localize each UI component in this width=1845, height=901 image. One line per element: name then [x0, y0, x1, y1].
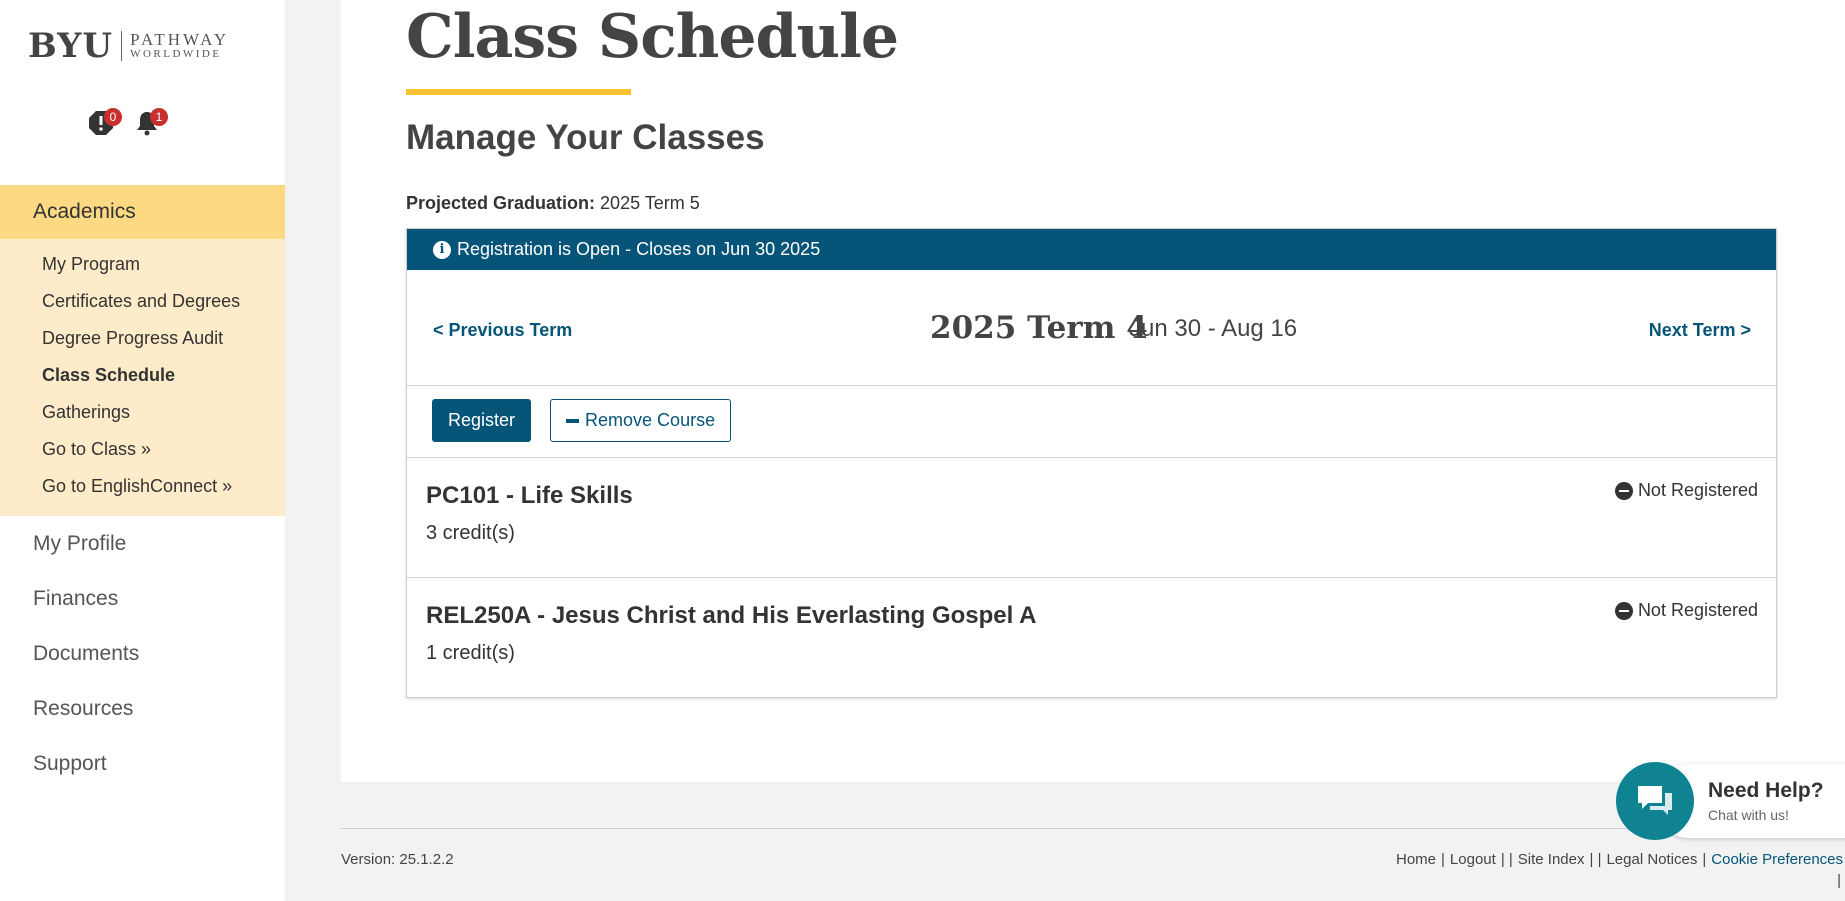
nav-documents[interactable]: Documents [0, 626, 285, 681]
projected-graduation: Projected Graduation: 2025 Term 5 [406, 193, 700, 214]
page-title: Class Schedule [406, 2, 899, 72]
footer-links: Home | Logout | | Site Index | | Legal Noti… [1396, 851, 1843, 868]
nav-my-program[interactable]: My Program [0, 251, 285, 288]
course-status-label: Not Registered [1637, 600, 1758, 620]
nav-my-profile[interactable]: My Profile [0, 516, 285, 571]
nav-degree-progress-audit[interactable]: Degree Progress Audit [0, 325, 285, 362]
nav-certificates-degrees[interactable]: Certificates and Degrees [0, 288, 285, 325]
course-status: Not Registered [1614, 480, 1758, 501]
nav-academics[interactable]: Academics [0, 185, 285, 239]
sidebar: BYU PATHWAY WORLDWIDE 0 1 Academics My P… [0, 0, 285, 901]
logo-pathway-text: PATHWAY WORLDWIDE [130, 31, 229, 60]
footer-separator: | [1441, 851, 1445, 868]
next-term-link[interactable]: Next Term > [1649, 320, 1751, 341]
footer-cookie-preferences-link[interactable]: Cookie Preferences [1711, 851, 1843, 868]
byu-pathway-logo[interactable]: BYU PATHWAY WORLDWIDE [28, 26, 229, 66]
academics-submenu: My Program Certificates and Degrees Degr… [0, 239, 285, 516]
nav-go-to-class[interactable]: Go to Class » [0, 436, 285, 473]
course-title: REL250A - Jesus Christ and His Everlasti… [426, 602, 1037, 629]
course-row[interactable]: REL250A - Jesus Christ and His Everlasti… [407, 578, 1776, 697]
remove-course-label: Remove Course [585, 410, 716, 430]
notification-count-badge: 1 [150, 108, 168, 126]
register-button[interactable]: Register [432, 399, 532, 442]
chat-text: Need Help? Chat with us! [1708, 779, 1824, 823]
chat-icon-circle [1616, 762, 1694, 840]
warning-count-badge: 0 [104, 108, 122, 126]
minus-circle-icon [1614, 481, 1633, 500]
schedule-panel: i Registration is Open - Closes on Jun 3… [406, 228, 1777, 698]
nav-resources[interactable]: Resources [0, 681, 285, 736]
term-dates: Jun 30 - Aug 16 [1129, 315, 1298, 342]
minus-circle-icon [1614, 601, 1633, 620]
course-credits: 1 credit(s) [426, 642, 515, 664]
logo-divider [121, 31, 123, 61]
registration-banner-text: Registration is Open - Closes on Jun 30 … [457, 239, 821, 259]
course-credits: 3 credit(s) [426, 522, 515, 544]
alerts-area: 0 1 [88, 108, 168, 138]
nav-gatherings[interactable]: Gatherings [0, 399, 285, 436]
logo-worldwide-line: WORLDWIDE [130, 48, 222, 61]
projected-graduation-label: Projected Graduation: [406, 193, 596, 213]
minus-icon [566, 418, 580, 423]
footer-legal-notices-link[interactable]: Legal Notices [1606, 851, 1697, 868]
warning-alert-button[interactable]: 0 [88, 108, 122, 138]
nav-go-to-englishconnect[interactable]: Go to EnglishConnect » [0, 473, 285, 510]
nav-finances[interactable]: Finances [0, 571, 285, 626]
chat-widget[interactable]: Need Help? Chat with us! [1616, 762, 1845, 840]
footer-separator: | [1837, 872, 1841, 889]
version-text: Version: 25.1.2.2 [341, 851, 454, 868]
course-title: PC101 - Life Skills [426, 482, 633, 509]
registration-banner: i Registration is Open - Closes on Jun 3… [407, 229, 1776, 270]
term-name: 2025 Term 4 [930, 310, 1148, 346]
info-icon: i [433, 240, 451, 259]
footer-logout-link[interactable]: Logout [1450, 851, 1496, 868]
course-status: Not Registered [1614, 600, 1758, 621]
nav-support[interactable]: Support [0, 736, 285, 791]
chat-bubbles-icon [1638, 786, 1672, 815]
remove-course-button[interactable]: Remove Course [550, 399, 732, 442]
projected-graduation-value: 2025 Term 5 [600, 193, 700, 213]
previous-term-link[interactable]: < Previous Term [433, 320, 572, 341]
footer-separator: | [1702, 851, 1707, 868]
course-status-label: Not Registered [1637, 480, 1758, 500]
chat-subtitle: Chat with us! [1708, 807, 1789, 823]
notifications-button[interactable]: 1 [134, 108, 168, 138]
footer-separator: | | [1500, 851, 1513, 868]
title-underline [406, 89, 631, 95]
nav-class-schedule[interactable]: Class Schedule [0, 362, 285, 399]
chat-title: Need Help? [1708, 779, 1824, 802]
footer-separator: | | [1589, 851, 1602, 868]
course-actions: Register Remove Course [407, 386, 1776, 458]
term-navigator: < Previous Term 2025 Term 4 Jun 30 - Aug… [407, 270, 1776, 386]
footer-site-index-link[interactable]: Site Index [1518, 851, 1585, 868]
footer-home-link[interactable]: Home [1396, 851, 1436, 868]
logo-byu-text: BYU [28, 26, 114, 66]
logo-pathway-line: PATHWAY [130, 30, 230, 50]
main-nav: My Profile Finances Documents Resources … [0, 516, 285, 791]
section-title: Manage Your Classes [406, 118, 765, 157]
course-row[interactable]: PC101 - Life Skills 3 credit(s) Not Regi… [407, 458, 1776, 578]
